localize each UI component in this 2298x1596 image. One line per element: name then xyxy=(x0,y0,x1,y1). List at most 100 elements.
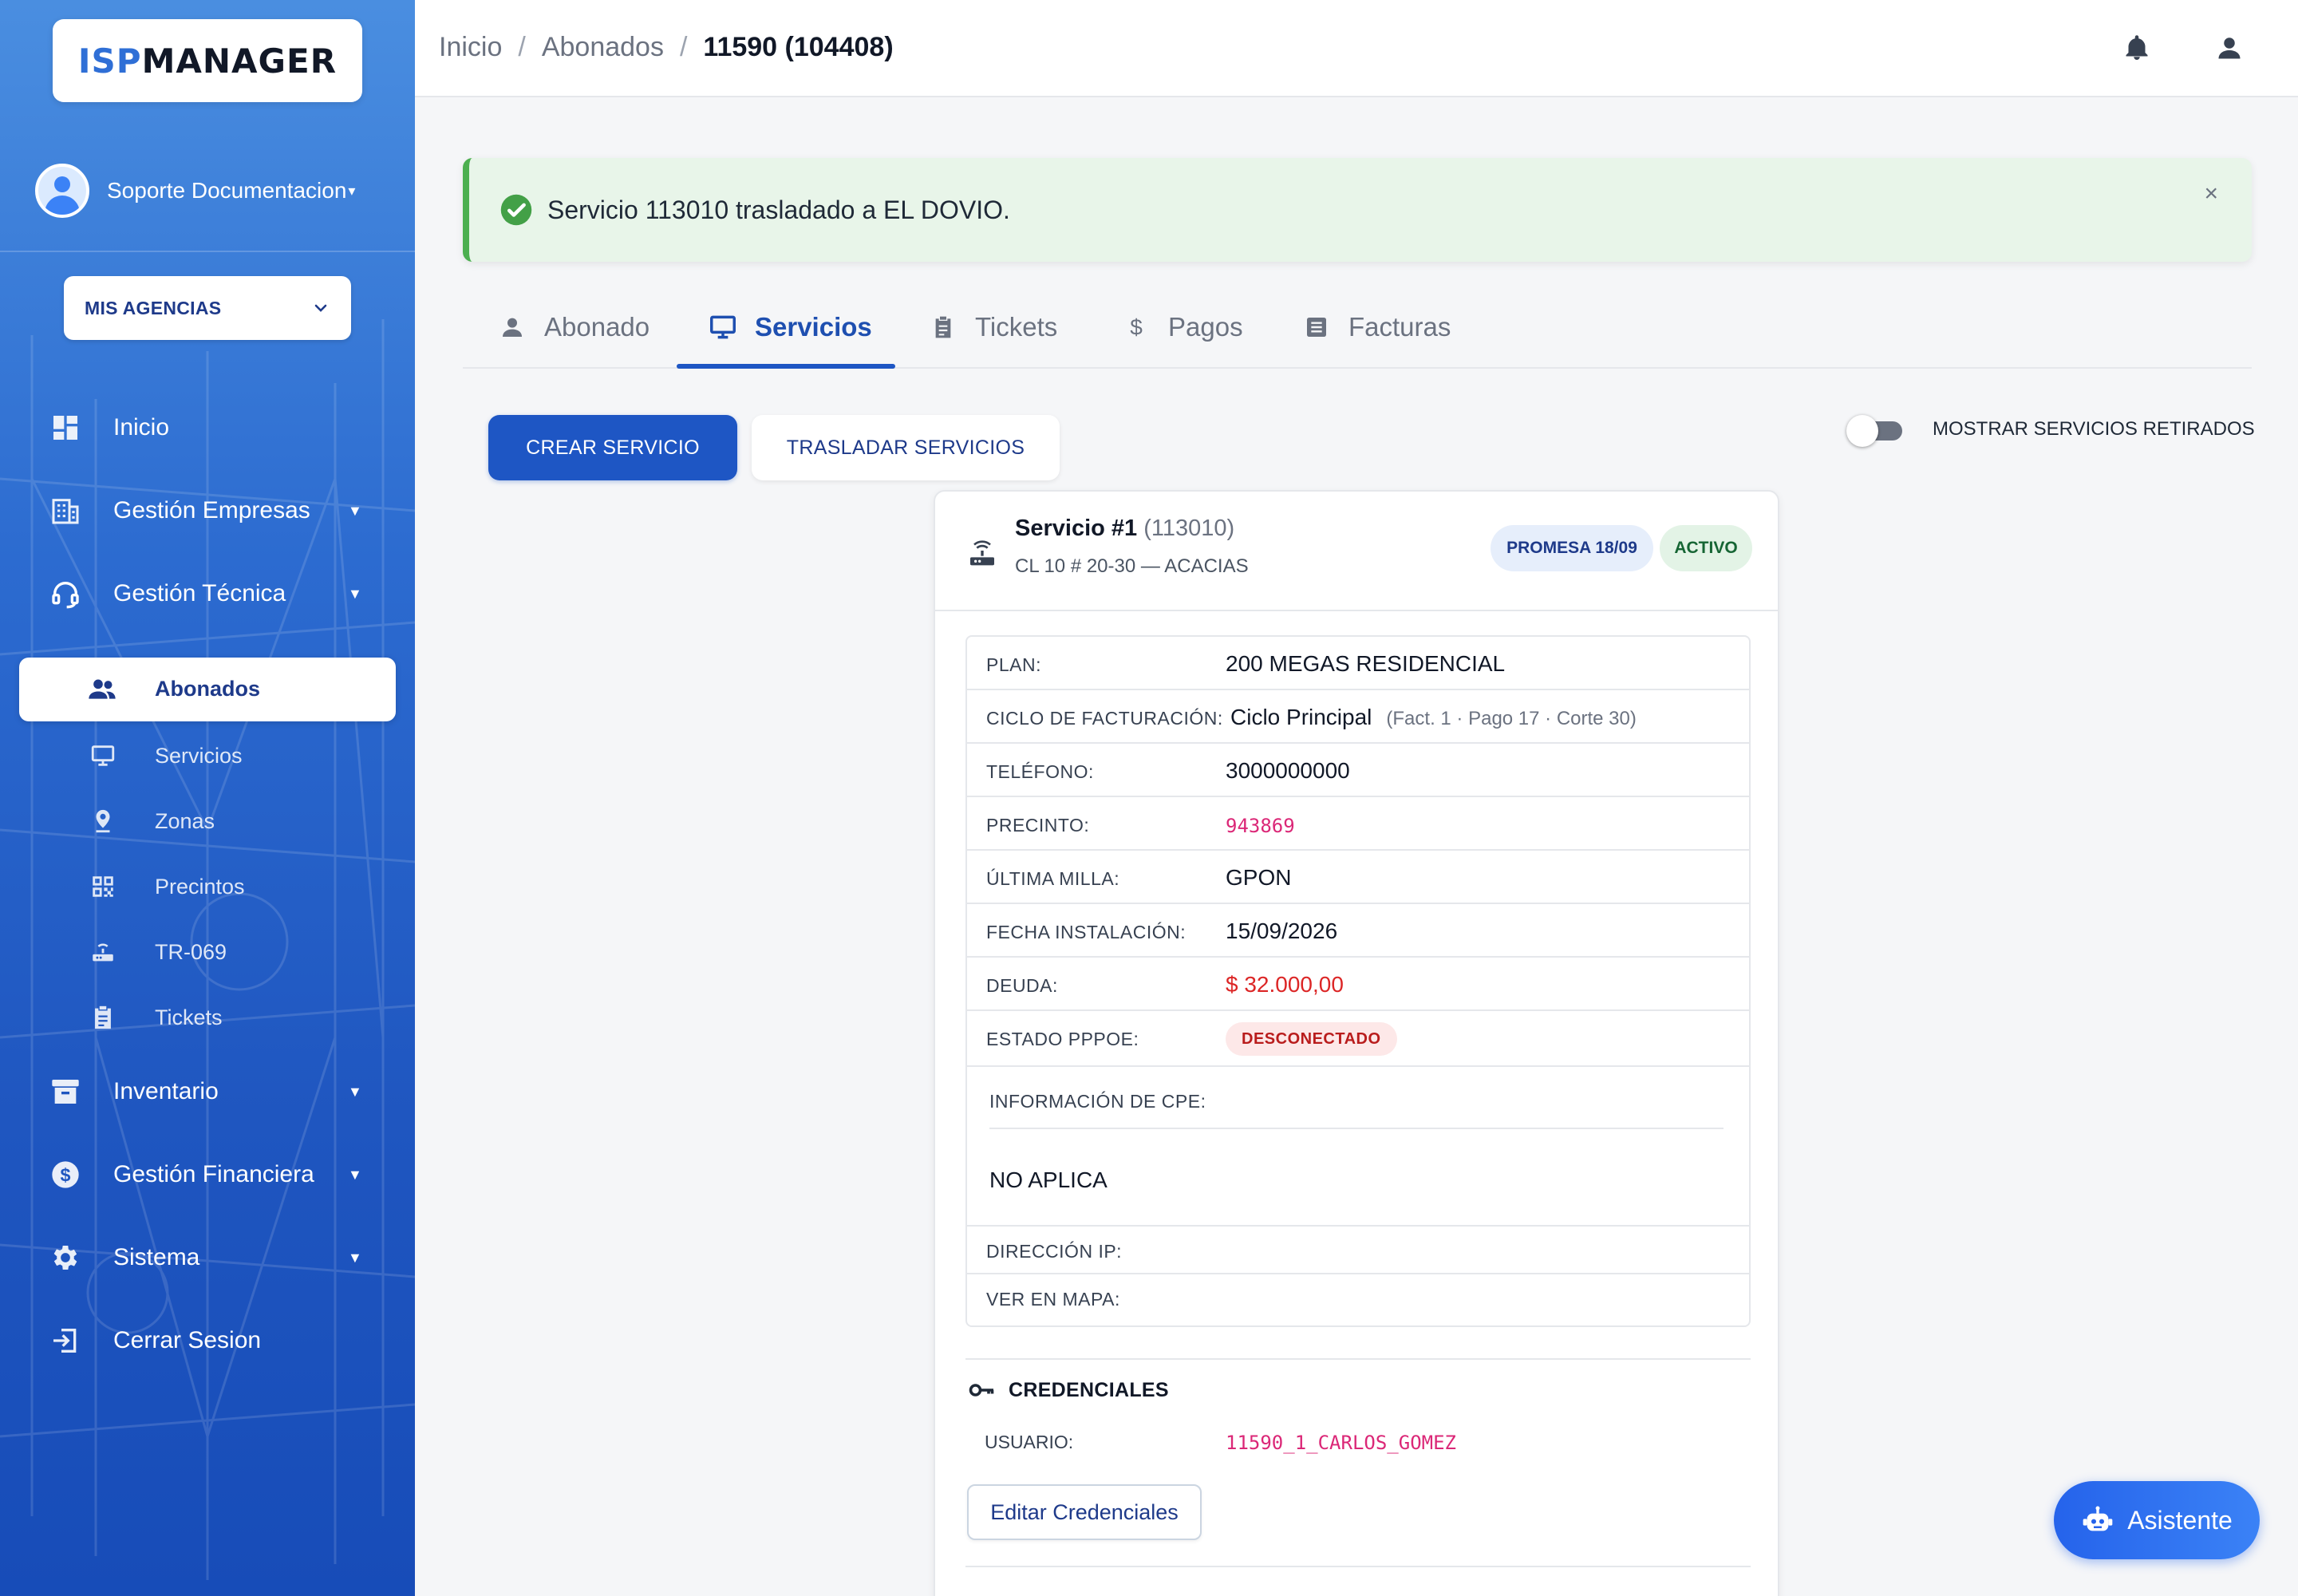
breadcrumb-abonados[interactable]: Abonados xyxy=(542,32,664,63)
gear-icon xyxy=(48,1240,83,1275)
ciclo-detail: (Fact. 1 · Pago 17 · Corte 30) xyxy=(1386,708,1637,729)
router-icon xyxy=(965,538,999,571)
detail-key: DEUDA: xyxy=(986,975,1058,996)
detail-row-ip: DIRECCIÓN IP: xyxy=(967,1227,1749,1274)
username-label: USUARIO: xyxy=(985,1432,1074,1452)
success-alert: Servicio 113010 trasladado a EL DOVIO. × xyxy=(463,158,2252,262)
sidebar-item-label: Gestión Técnica xyxy=(113,580,286,606)
service-title-text: Servicio #1 xyxy=(1015,516,1138,541)
user-menu[interactable]: Soporte Documentacion ▾ xyxy=(35,163,394,219)
divider xyxy=(965,1566,1751,1567)
sidebar-item-gestion-financiera[interactable]: $ Gestión Financiera ▼ xyxy=(0,1143,415,1207)
monitor-icon xyxy=(88,741,118,771)
show-retired-toggle[interactable] xyxy=(1846,415,1904,447)
detail-value-ultima-milla: GPON xyxy=(1226,865,1292,890)
sidebar-item-gestion-tecnica[interactable]: Gestión Técnica ▼ xyxy=(0,562,415,626)
bell-icon[interactable] xyxy=(2119,30,2154,65)
sidebar-item-label: Inventario xyxy=(113,1078,219,1104)
detail-value-precinto: 943869 xyxy=(1226,815,1295,837)
credentials-title: CREDENCIALES xyxy=(1009,1378,1169,1401)
sidebar-subitem-zonas[interactable]: Zonas xyxy=(0,793,415,849)
detail-key: ÚLTIMA MILLA: xyxy=(986,868,1120,889)
tab-servicios[interactable]: Servicios xyxy=(707,287,872,367)
tab-facturas[interactable]: Facturas xyxy=(1301,287,1451,367)
detail-row-ciclo: CICLO DE FACTURACIÓN: Ciclo Principal (Fa… xyxy=(967,690,1749,744)
sidebar-item-label: Inicio xyxy=(113,414,170,440)
clipboard-icon xyxy=(927,311,959,343)
sidebar-subitem-tickets[interactable]: Tickets xyxy=(0,990,415,1045)
breadcrumb-home[interactable]: Inicio xyxy=(439,32,502,63)
service-title: Servicio #1 (113010) xyxy=(1015,516,1234,542)
caret-down-icon: ▼ xyxy=(348,585,362,602)
detail-value-fecha: 15/09/2026 xyxy=(1226,918,1338,943)
robot-icon xyxy=(2081,1503,2114,1537)
sidebar-item-gestion-empresas[interactable]: Gestión Empresas ▼ xyxy=(0,479,415,543)
detail-key: PLAN: xyxy=(986,654,1041,675)
sidebar-subitem-precintos[interactable]: Precintos xyxy=(0,859,415,915)
user-name: Soporte Documentacion xyxy=(107,178,347,203)
promise-badge: PROMESA 18/09 xyxy=(1491,525,1653,571)
avatar xyxy=(35,164,89,218)
cpe-info-value: NO APLICA xyxy=(989,1167,1108,1192)
detail-key: TELÉFONO: xyxy=(986,761,1094,782)
breadcrumb-separator: / xyxy=(679,32,688,62)
transfer-services-button[interactable]: TRASLADAR SERVICIOS xyxy=(752,415,1060,480)
detail-key: FECHA INSTALACIÓN: xyxy=(986,922,1187,942)
subscriber-tabs: Abonado Servicios Tickets $ Pagos Factur… xyxy=(463,287,2252,369)
ciclo-name: Ciclo Principal xyxy=(1230,705,1372,729)
sidebar-item-inicio[interactable]: Inicio xyxy=(0,396,415,460)
tab-label: Abonado xyxy=(544,312,650,342)
detail-value-ciclo: Ciclo Principal (Fact. 1 · Pago 17 · Cort… xyxy=(1230,705,1637,730)
sidebar-subitem-abonados[interactable]: Abonados xyxy=(19,658,396,721)
breadcrumb-separator: / xyxy=(518,32,526,62)
tab-label: Tickets xyxy=(975,312,1058,342)
sidebar-subitem-tr069[interactable]: TR-069 xyxy=(0,924,415,980)
dashboard-icon xyxy=(48,410,83,445)
detail-value-deuda: $ 32.000,00 xyxy=(1226,972,1344,997)
create-service-button[interactable]: CREAR SERVICIO xyxy=(488,415,737,480)
qr-icon xyxy=(88,871,118,902)
tab-abonado[interactable]: Abonado xyxy=(496,287,650,367)
sidebar-subitem-label: Abonados xyxy=(155,677,260,701)
breadcrumb: Inicio / Abonados / 11590 (104408) xyxy=(439,32,894,63)
detail-row-pppoe: ESTADO PPPOE: DESCONECTADO xyxy=(967,1011,1749,1067)
caret-down-icon: ▼ xyxy=(348,502,362,519)
detail-row-plan: PLAN: 200 MEGAS RESIDENCIAL xyxy=(967,637,1749,690)
service-card: Servicio #1 (113010) CL 10 # 20-30 — ACA… xyxy=(934,490,1779,1596)
detail-row-fecha-instalacion: FECHA INSTALACIÓN: 15/09/2026 xyxy=(967,904,1749,958)
detail-row-mapa[interactable]: VER EN MAPA: xyxy=(967,1274,1749,1325)
detail-key: VER EN MAPA: xyxy=(986,1289,1120,1310)
sidebar-item-label: Sistema xyxy=(113,1244,200,1270)
edit-credentials-button[interactable]: Editar Credenciales xyxy=(967,1484,1202,1540)
svg-text:$: $ xyxy=(1130,314,1143,339)
dollar-icon: $ xyxy=(48,1157,83,1192)
clipboard-icon xyxy=(88,1002,118,1033)
sidebar-subitem-servicios[interactable]: Servicios xyxy=(0,728,415,784)
invoice-icon xyxy=(1301,311,1333,343)
assistant-button[interactable]: Asistente xyxy=(2054,1481,2260,1559)
agency-select[interactable]: MIS AGENCIAS xyxy=(64,276,351,340)
detail-value-telefono: 3000000000 xyxy=(1226,758,1350,783)
tab-pagos[interactable]: $ Pagos xyxy=(1120,287,1243,367)
sidebar-item-sistema[interactable]: Sistema ▼ xyxy=(0,1226,415,1290)
assistant-label: Asistente xyxy=(2127,1505,2233,1535)
user-icon[interactable] xyxy=(2212,30,2247,65)
tab-tickets[interactable]: Tickets xyxy=(927,287,1057,367)
sidebar-item-label: Gestión Empresas xyxy=(113,497,310,523)
dollar-icon: $ xyxy=(1120,311,1152,343)
key-icon xyxy=(965,1374,997,1406)
sidebar-item-inventario[interactable]: Inventario ▼ xyxy=(0,1060,415,1124)
app-logo[interactable]: ISPMANAGER xyxy=(53,19,362,102)
service-address: CL 10 # 20-30 — ACACIAS xyxy=(1015,555,1249,577)
sidebar-subitem-label: Precintos xyxy=(155,874,245,899)
sidebar-item-label: Cerrar Sesion xyxy=(113,1327,262,1353)
caret-down-icon: ▼ xyxy=(348,1249,362,1266)
close-icon[interactable]: × xyxy=(2204,180,2218,207)
sidebar-item-cerrar-sesion[interactable]: Cerrar Sesion xyxy=(0,1309,415,1373)
users-icon xyxy=(86,674,118,705)
monitor-icon xyxy=(707,311,739,343)
tab-label: Pagos xyxy=(1168,312,1243,342)
tab-label: Facturas xyxy=(1348,312,1451,342)
headset-icon xyxy=(48,576,83,611)
router-icon xyxy=(88,937,118,967)
